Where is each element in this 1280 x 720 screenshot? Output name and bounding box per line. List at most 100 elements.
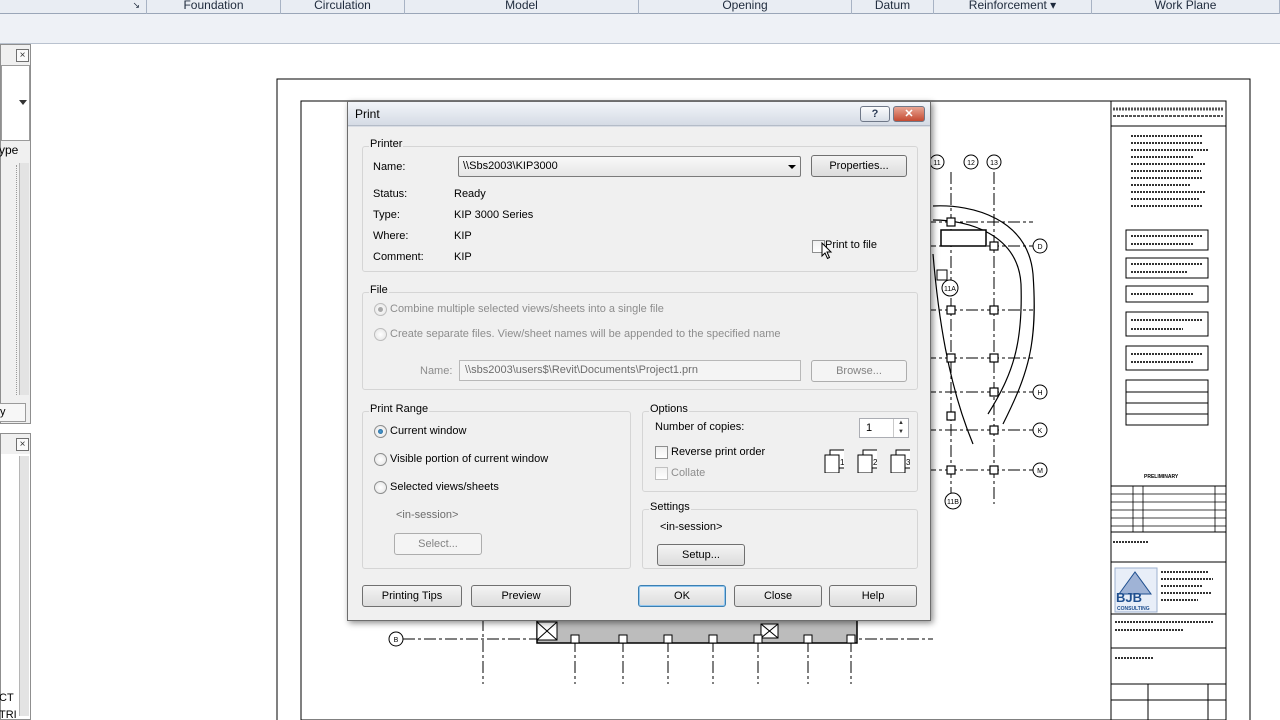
collate-checkbox[interactable] bbox=[655, 467, 668, 480]
chevron-down-icon[interactable] bbox=[19, 100, 27, 105]
type-selector[interactable] bbox=[1, 65, 30, 141]
selected-views-label: Selected views/sheets bbox=[390, 481, 499, 493]
dialog-body: Printer Name: \\Sbs2003\KIP3000 Properti… bbox=[348, 127, 930, 620]
close-icon[interactable]: × bbox=[16, 49, 29, 62]
ribbon-panel-foundation[interactable]: Foundation bbox=[147, 0, 281, 14]
options-group-title: Options bbox=[649, 403, 689, 415]
setup-button[interactable]: Setup... bbox=[657, 544, 745, 566]
svg-text:13: 13 bbox=[990, 160, 998, 167]
options-group: Options Number of copies: 1 ▲ ▼ Reverse … bbox=[642, 403, 918, 492]
properties-palette: × ype y bbox=[0, 44, 31, 424]
ribbon-panel-model[interactable]: Model bbox=[405, 0, 639, 14]
visible-portion-label: Visible portion of current window bbox=[390, 453, 549, 465]
svg-text:BJB: BJB bbox=[1116, 590, 1142, 605]
stepper-buttons[interactable]: ▲ ▼ bbox=[893, 419, 908, 437]
comment-label: Comment: bbox=[373, 251, 424, 263]
type-label: ype bbox=[0, 143, 19, 157]
svg-text:1: 1 bbox=[840, 458, 844, 467]
settings-value: <in-session> bbox=[660, 521, 723, 533]
help-button[interactable]: Help bbox=[829, 585, 917, 607]
status-label: Status: bbox=[373, 188, 408, 200]
collate-page-icon: 2 bbox=[857, 449, 877, 473]
type-label: Type: bbox=[373, 209, 400, 221]
svg-text:11A: 11A bbox=[944, 286, 956, 293]
combine-files-radio[interactable] bbox=[374, 303, 387, 316]
svg-text:K: K bbox=[1038, 428, 1043, 435]
properties-button[interactable]: Properties... bbox=[811, 155, 907, 177]
svg-text:CONSULTING: CONSULTING bbox=[1117, 606, 1150, 612]
preview-button[interactable]: Preview bbox=[471, 585, 571, 607]
print-range-group: Print Range Current window Visible porti… bbox=[362, 403, 631, 569]
help-icon[interactable]: ? bbox=[860, 106, 890, 122]
dialog-title-bar[interactable]: Print ? ✕ bbox=[348, 102, 930, 126]
printer-name-dropdown[interactable]: \\Sbs2003\KIP3000 bbox=[458, 156, 801, 177]
close-button[interactable]: Close bbox=[734, 585, 822, 607]
svg-text:11B: 11B bbox=[947, 499, 959, 506]
svg-text:3: 3 bbox=[906, 458, 910, 467]
visible-portion-radio[interactable] bbox=[374, 453, 387, 466]
collate-page-icon: 3 bbox=[890, 449, 910, 473]
project-browser-palette: × CT TRI bbox=[0, 433, 31, 720]
ribbon-panel-work-plane[interactable]: Work Plane bbox=[1092, 0, 1280, 14]
printer-group: Printer Name: \\Sbs2003\KIP3000 Properti… bbox=[362, 138, 918, 272]
reverse-order-label: Reverse print order bbox=[671, 446, 766, 458]
chevron-down-icon[interactable] bbox=[788, 165, 796, 169]
separate-files-radio[interactable] bbox=[374, 328, 387, 341]
printer-name-label: Name: bbox=[373, 161, 406, 173]
collate-label: Collate bbox=[671, 467, 706, 479]
printing-tips-button[interactable]: Printing Tips bbox=[362, 585, 462, 607]
select-button[interactable]: Select... bbox=[394, 533, 482, 555]
dialog-title: Print bbox=[355, 107, 380, 121]
where-value: KIP bbox=[454, 230, 472, 242]
copies-stepper[interactable]: 1 ▲ ▼ bbox=[859, 418, 909, 438]
apply-button-label: y bbox=[0, 406, 6, 418]
selected-views-radio[interactable] bbox=[374, 481, 387, 494]
panel-launcher-icon[interactable]: ↘ bbox=[132, 0, 140, 11]
file-name-label: Name: bbox=[420, 365, 453, 377]
collate-page-icon: 1 bbox=[824, 449, 844, 473]
file-group-title: File bbox=[369, 284, 389, 296]
browser-item[interactable]: TRI bbox=[0, 709, 17, 720]
mouse-cursor-icon bbox=[821, 242, 833, 260]
where-label: Where: bbox=[373, 230, 409, 242]
settings-group: Settings <in-session> Setup... bbox=[642, 501, 918, 569]
copies-label: Number of copies: bbox=[655, 421, 745, 433]
print-range-group-title: Print Range bbox=[369, 403, 430, 415]
ribbon-panel-titles: ↘ Foundation Circulation Model Opening D… bbox=[0, 0, 1280, 14]
svg-text:11: 11 bbox=[933, 160, 940, 167]
close-icon[interactable]: × bbox=[16, 438, 29, 451]
ribbon-panel-reinforcement[interactable]: Reinforcement ▾ bbox=[934, 0, 1092, 14]
file-name-input[interactable]: \\sbs2003\users$\Revit\Documents\Project… bbox=[459, 360, 801, 381]
properties-scrollbar[interactable] bbox=[19, 163, 29, 395]
svg-text:2: 2 bbox=[873, 458, 877, 467]
printer-name-value: \\Sbs2003\KIP3000 bbox=[463, 160, 558, 172]
settings-group-title: Settings bbox=[649, 501, 691, 513]
ribbon-panel-circulation[interactable]: Circulation bbox=[281, 0, 405, 14]
file-group: File Combine multiple selected views/she… bbox=[362, 284, 918, 390]
apply-button[interactable]: y bbox=[0, 403, 26, 422]
type-value: KIP 3000 Series bbox=[454, 209, 534, 221]
preliminary-stamp: PRELIMINARY bbox=[1144, 474, 1179, 480]
stepper-down-icon[interactable]: ▼ bbox=[894, 428, 908, 437]
svg-text:D: D bbox=[1037, 244, 1042, 251]
ok-button[interactable]: OK bbox=[638, 585, 726, 607]
browser-item[interactable]: CT bbox=[0, 692, 14, 704]
printer-group-title: Printer bbox=[369, 138, 404, 150]
close-icon[interactable]: ✕ bbox=[893, 106, 925, 122]
print-dialog: Print ? ✕ Printer Name: \\Sbs2003\KIP300… bbox=[347, 101, 931, 621]
ribbon-panel-structure[interactable]: ↘ bbox=[0, 0, 147, 14]
combine-files-label: Combine multiple selected views/sheets i… bbox=[390, 303, 664, 315]
bjb-logo: BJB CONSULTING bbox=[1114, 567, 1158, 613]
svg-text:12: 12 bbox=[967, 160, 975, 167]
properties-list bbox=[1, 165, 17, 395]
comment-value: KIP bbox=[454, 251, 472, 263]
browse-button[interactable]: Browse... bbox=[811, 360, 907, 382]
status-value: Ready bbox=[454, 188, 486, 200]
svg-text:H: H bbox=[1037, 390, 1042, 397]
current-window-radio[interactable] bbox=[374, 425, 387, 438]
stepper-up-icon[interactable]: ▲ bbox=[894, 419, 908, 428]
reverse-order-checkbox[interactable] bbox=[655, 446, 668, 459]
ribbon-panel-datum[interactable]: Datum bbox=[852, 0, 934, 14]
ribbon-panel-opening[interactable]: Opening bbox=[639, 0, 852, 14]
browser-scrollbar[interactable] bbox=[19, 456, 29, 716]
